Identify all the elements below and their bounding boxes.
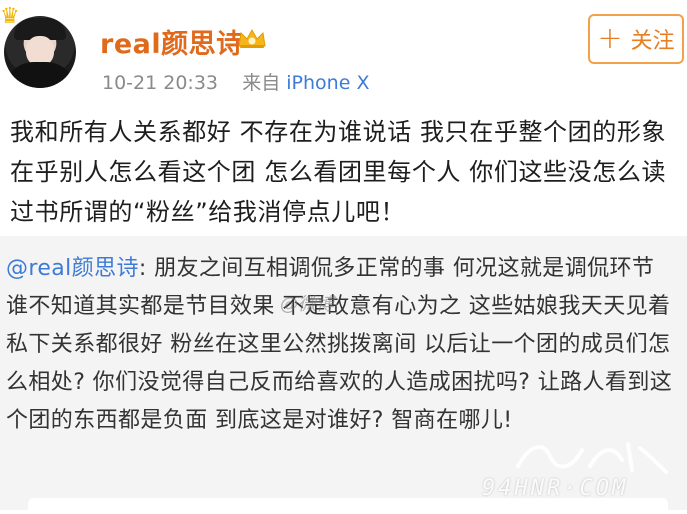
center-watermark: @微博 bbox=[280, 294, 334, 315]
follow-label: 关注 bbox=[630, 29, 675, 54]
post-body: 我和所有人关系都好 不存在为谁说话 我只在乎整个团的形象 在乎别人怎么看这个团 … bbox=[10, 118, 667, 226]
crown-badge-icon: ♛ bbox=[0, 4, 20, 29]
post-timestamp: 10-21 20:33 bbox=[102, 72, 219, 94]
vip-crown-icon bbox=[238, 28, 266, 48]
username-link[interactable]: real颜思诗 bbox=[100, 22, 244, 61]
follow-button[interactable]: + 关注 bbox=[588, 14, 684, 64]
corner-watermark: 94HNR·COM bbox=[470, 436, 680, 502]
site-watermark: 94HNR·COM bbox=[482, 476, 629, 501]
post-header: ♛ real颜思诗 10-21 20:33 来自 iPhone X + 关注 bbox=[0, 0, 687, 98]
repost-mention-link[interactable]: @real颜思诗 bbox=[6, 256, 139, 281]
plus-icon: + bbox=[597, 21, 623, 56]
post-meta: 10-21 20:33 来自 iPhone X bbox=[102, 68, 369, 95]
source-prefix: 来自 bbox=[242, 72, 281, 94]
repost-body: @real颜思诗: 朋友之间互相调侃多正常的事 何况这就是调侃环节 谁不知道其实… bbox=[6, 250, 682, 440]
repost-text: : 朋友之间互相调侃多正常的事 何况这就是调侃环节 谁不知道其实都是节目效果 不… bbox=[6, 256, 673, 433]
signature-watermark-icon bbox=[516, 442, 668, 474]
source-device[interactable]: iPhone X bbox=[286, 72, 369, 94]
avatar-hood bbox=[4, 62, 76, 88]
